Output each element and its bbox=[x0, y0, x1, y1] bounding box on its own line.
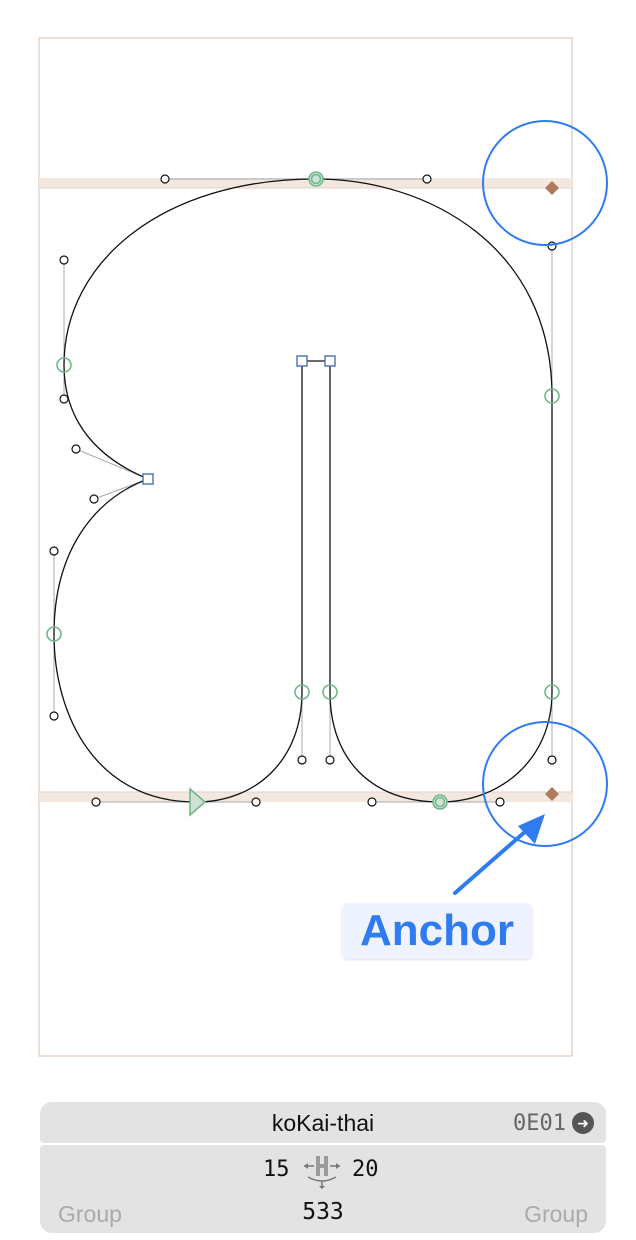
glyph-outline[interactable] bbox=[53, 178, 553, 803]
glyph-canvas[interactable] bbox=[0, 0, 636, 1080]
right-kerning-group[interactable]: Group bbox=[524, 1201, 588, 1228]
left-kerning-group[interactable]: Group bbox=[58, 1201, 122, 1228]
metrics-keys-icon[interactable] bbox=[300, 1151, 344, 1191]
unicode-value[interactable]: 0E01 bbox=[513, 1111, 566, 1136]
handle-lines bbox=[53, 178, 553, 803]
glyph-name-bar: koKai-thai 0E01 ➜ bbox=[40, 1102, 606, 1143]
corner-nodes[interactable] bbox=[142, 355, 336, 485]
bottom-anchor-highlight-circle bbox=[482, 721, 608, 847]
anchor-callout-label: Anchor bbox=[342, 903, 532, 959]
glyph-metrics-bar: 15 20 533 Group Group bbox=[40, 1145, 606, 1233]
arrow-right-circle-icon[interactable]: ➜ bbox=[572, 1112, 594, 1134]
off-curve-handles[interactable] bbox=[49, 174, 557, 807]
right-sidebearing[interactable]: 20 bbox=[352, 1157, 379, 1182]
baseline-metric-band bbox=[39, 792, 572, 802]
left-sidebearing[interactable]: 15 bbox=[263, 1157, 290, 1182]
glyph-width[interactable]: 533 bbox=[40, 1199, 606, 1225]
